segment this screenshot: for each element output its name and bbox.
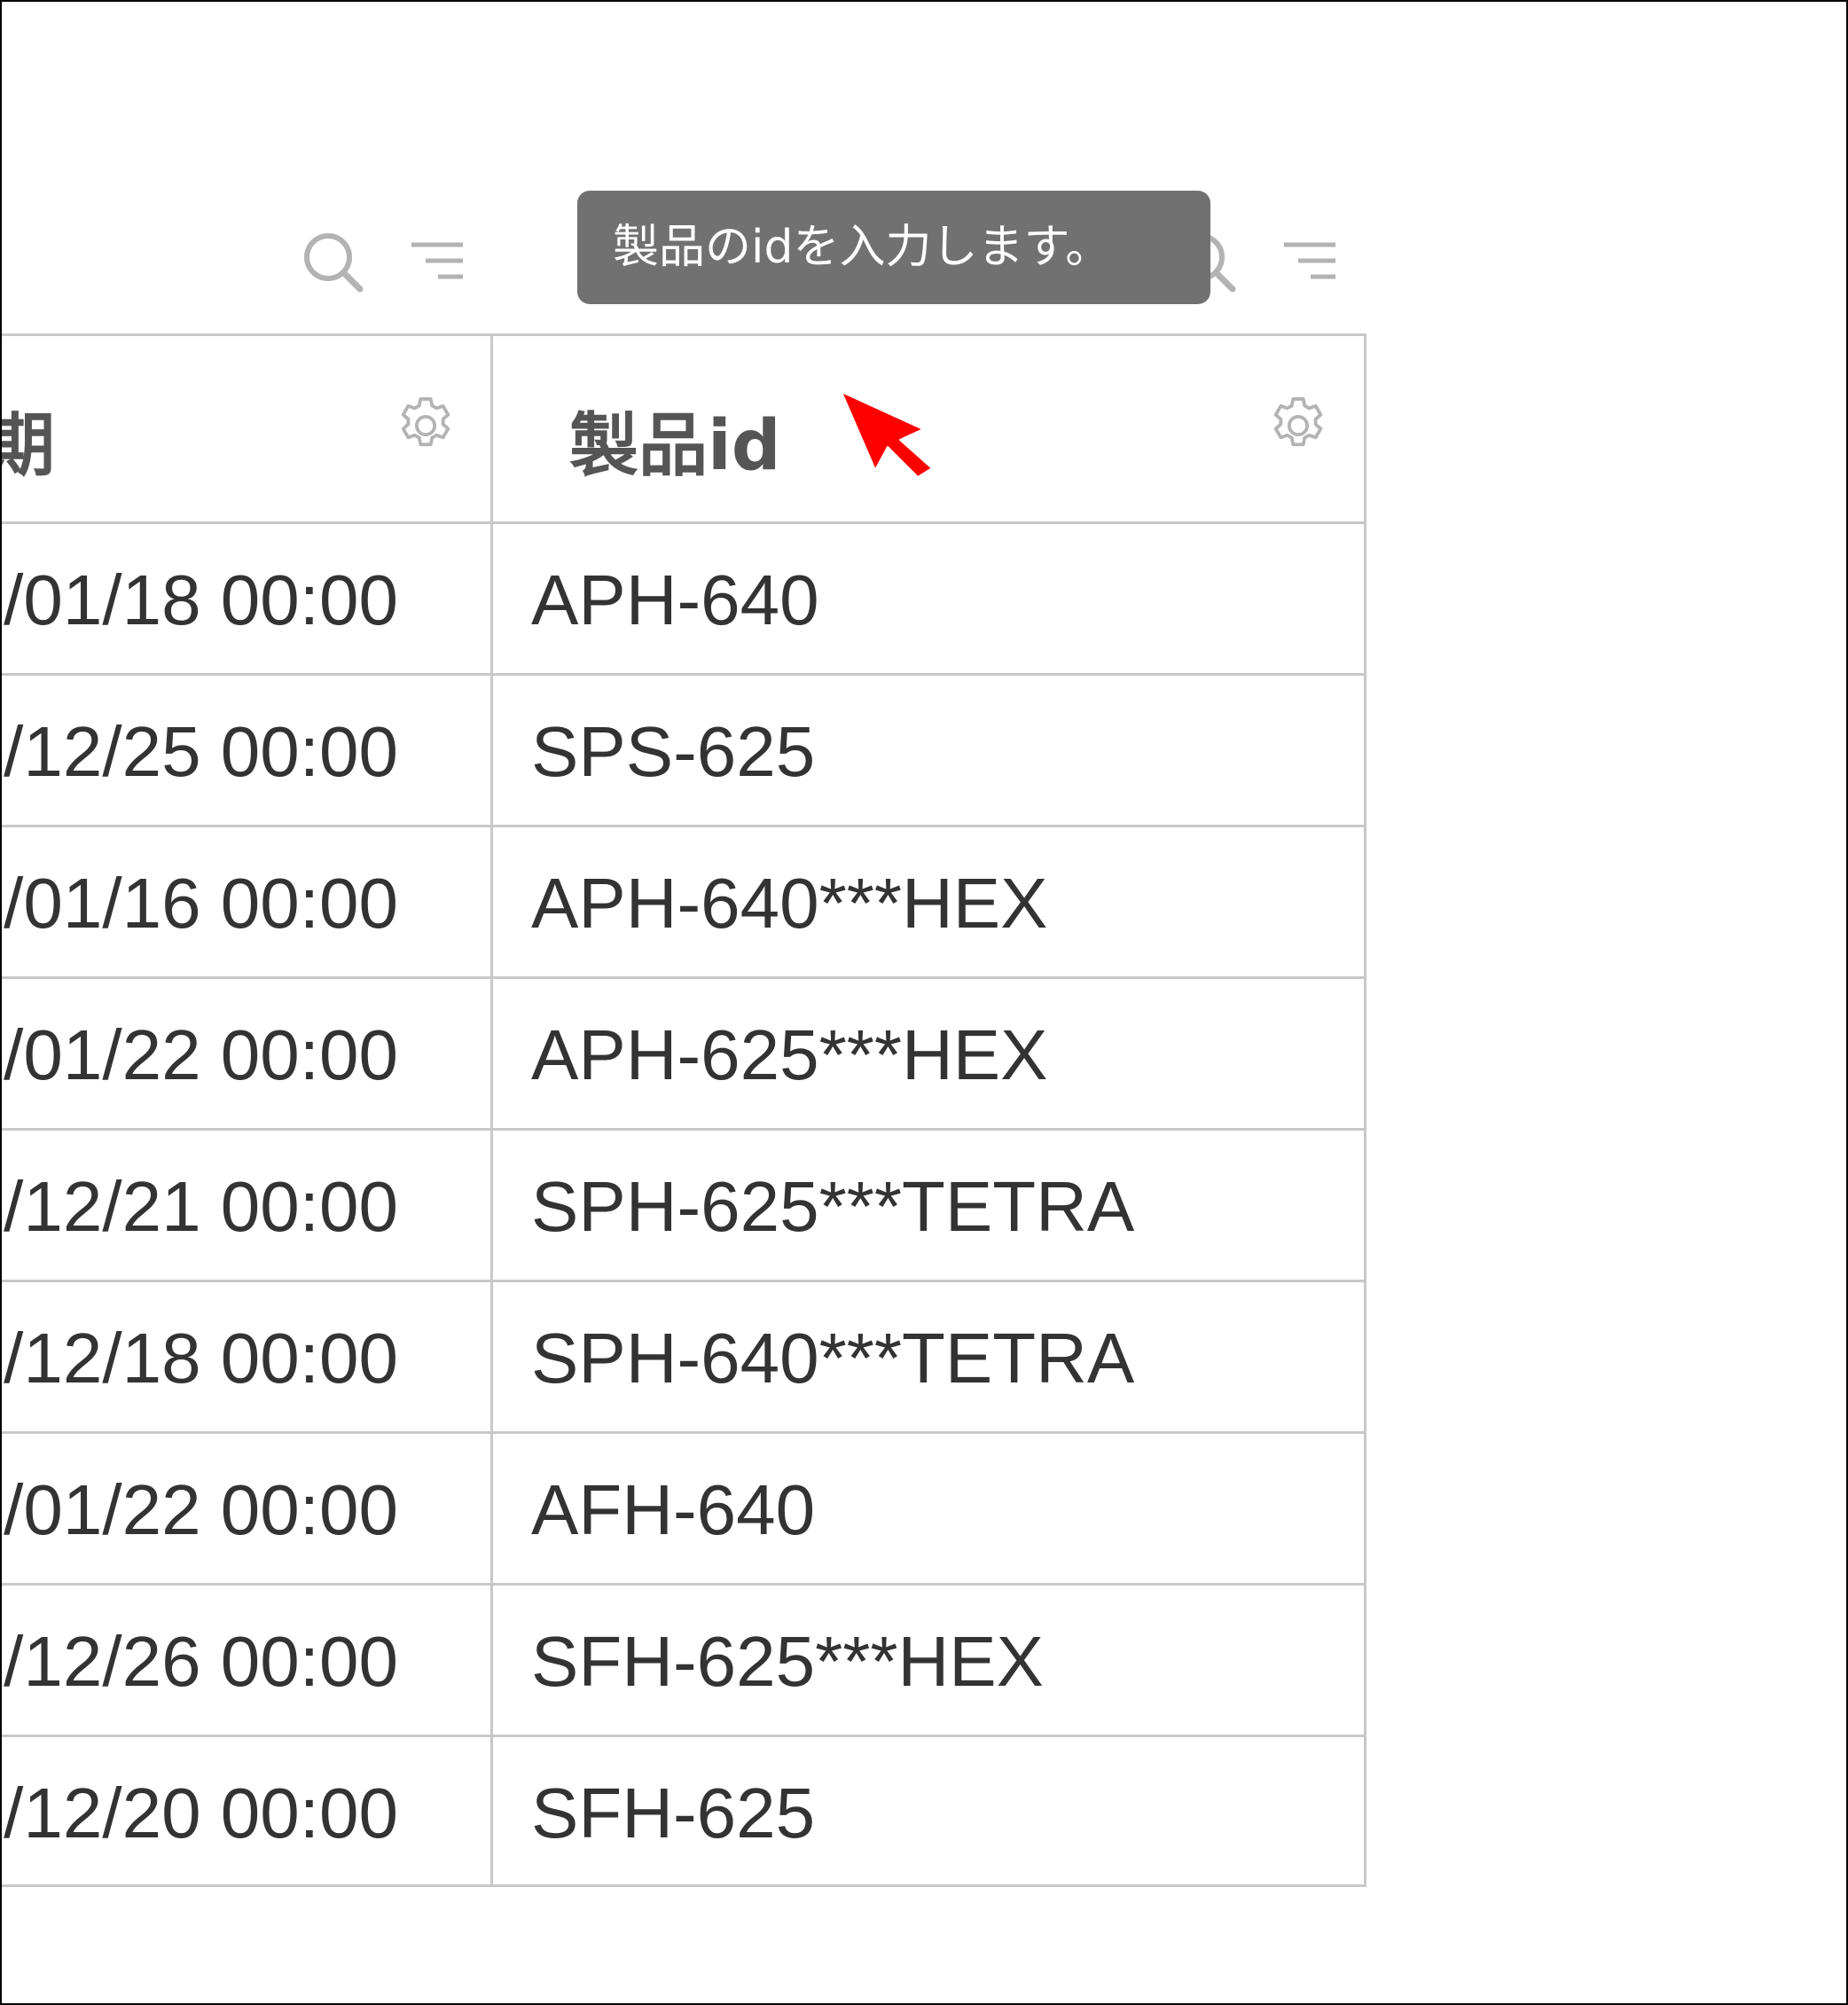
table-row[interactable]: /12/26 00:00 SFH-625***HEX [2,1586,1366,1737]
screenshot-frame: 製品のidを入力します。 期 製品id [0,0,1848,2005]
cell-product-id: APH-625***HEX [531,1015,1048,1094]
cell-product-id: SFH-625 [531,1774,816,1852]
search-icon[interactable] [301,231,365,294]
column-header-label: 期 [2,390,55,490]
table-row[interactable]: /12/21 00:00 SPH-625***TETRA [2,1131,1366,1282]
column-header-label: 製品id [569,406,781,486]
tooltip: 製品のidを入力します。 [577,191,1210,304]
table-row[interactable]: /01/22 00:00 AFH-640 [2,1434,1366,1586]
data-table: 期 製品id /01/18 00:00 APH-640 /12/25 00:00… [2,333,1366,1887]
table-row[interactable]: /01/22 00:00 APH-625***HEX [2,979,1366,1131]
cell-product-id: APH-640***HEX [531,864,1048,943]
table-row[interactable]: /01/18 00:00 APH-640 [2,524,1366,676]
cell-product-id: SFH-625***HEX [531,1622,1045,1701]
table-row[interactable]: /12/20 00:00 SFH-625 [2,1737,1366,1889]
cell-product-id: SPH-640***TETRA [531,1319,1135,1398]
gear-icon[interactable] [392,392,459,464]
cell-product-id: AFH-640 [531,1470,816,1549]
cell-date: /01/22 00:00 [4,1015,398,1094]
cell-date: /12/18 00:00 [4,1319,398,1398]
filter-icon[interactable] [410,239,465,286]
cell-date: /01/16 00:00 [4,864,398,943]
gear-icon[interactable] [1265,392,1332,464]
tooltip-text: 製品のidを入力します。 [613,221,1112,274]
cell-date: /01/22 00:00 [4,1470,398,1549]
table-row[interactable]: /12/18 00:00 SPH-640***TETRA [2,1282,1366,1434]
cell-date: /12/20 00:00 [4,1774,398,1852]
cell-date: /12/26 00:00 [4,1622,398,1701]
table-row[interactable]: /12/25 00:00 SPS-625 [2,676,1366,827]
cell-product-id: SPS-625 [531,712,816,791]
mouse-cursor-icon [840,390,939,483]
cell-date: /12/21 00:00 [4,1167,398,1246]
cell-date: /01/18 00:00 [4,560,398,639]
table-row[interactable]: /01/16 00:00 APH-640***HEX [2,827,1366,979]
cell-product-id: SPH-625***TETRA [531,1167,1135,1246]
cell-date: /12/25 00:00 [4,712,398,791]
cell-product-id: APH-640 [531,560,819,639]
filter-icon[interactable] [1282,239,1337,286]
